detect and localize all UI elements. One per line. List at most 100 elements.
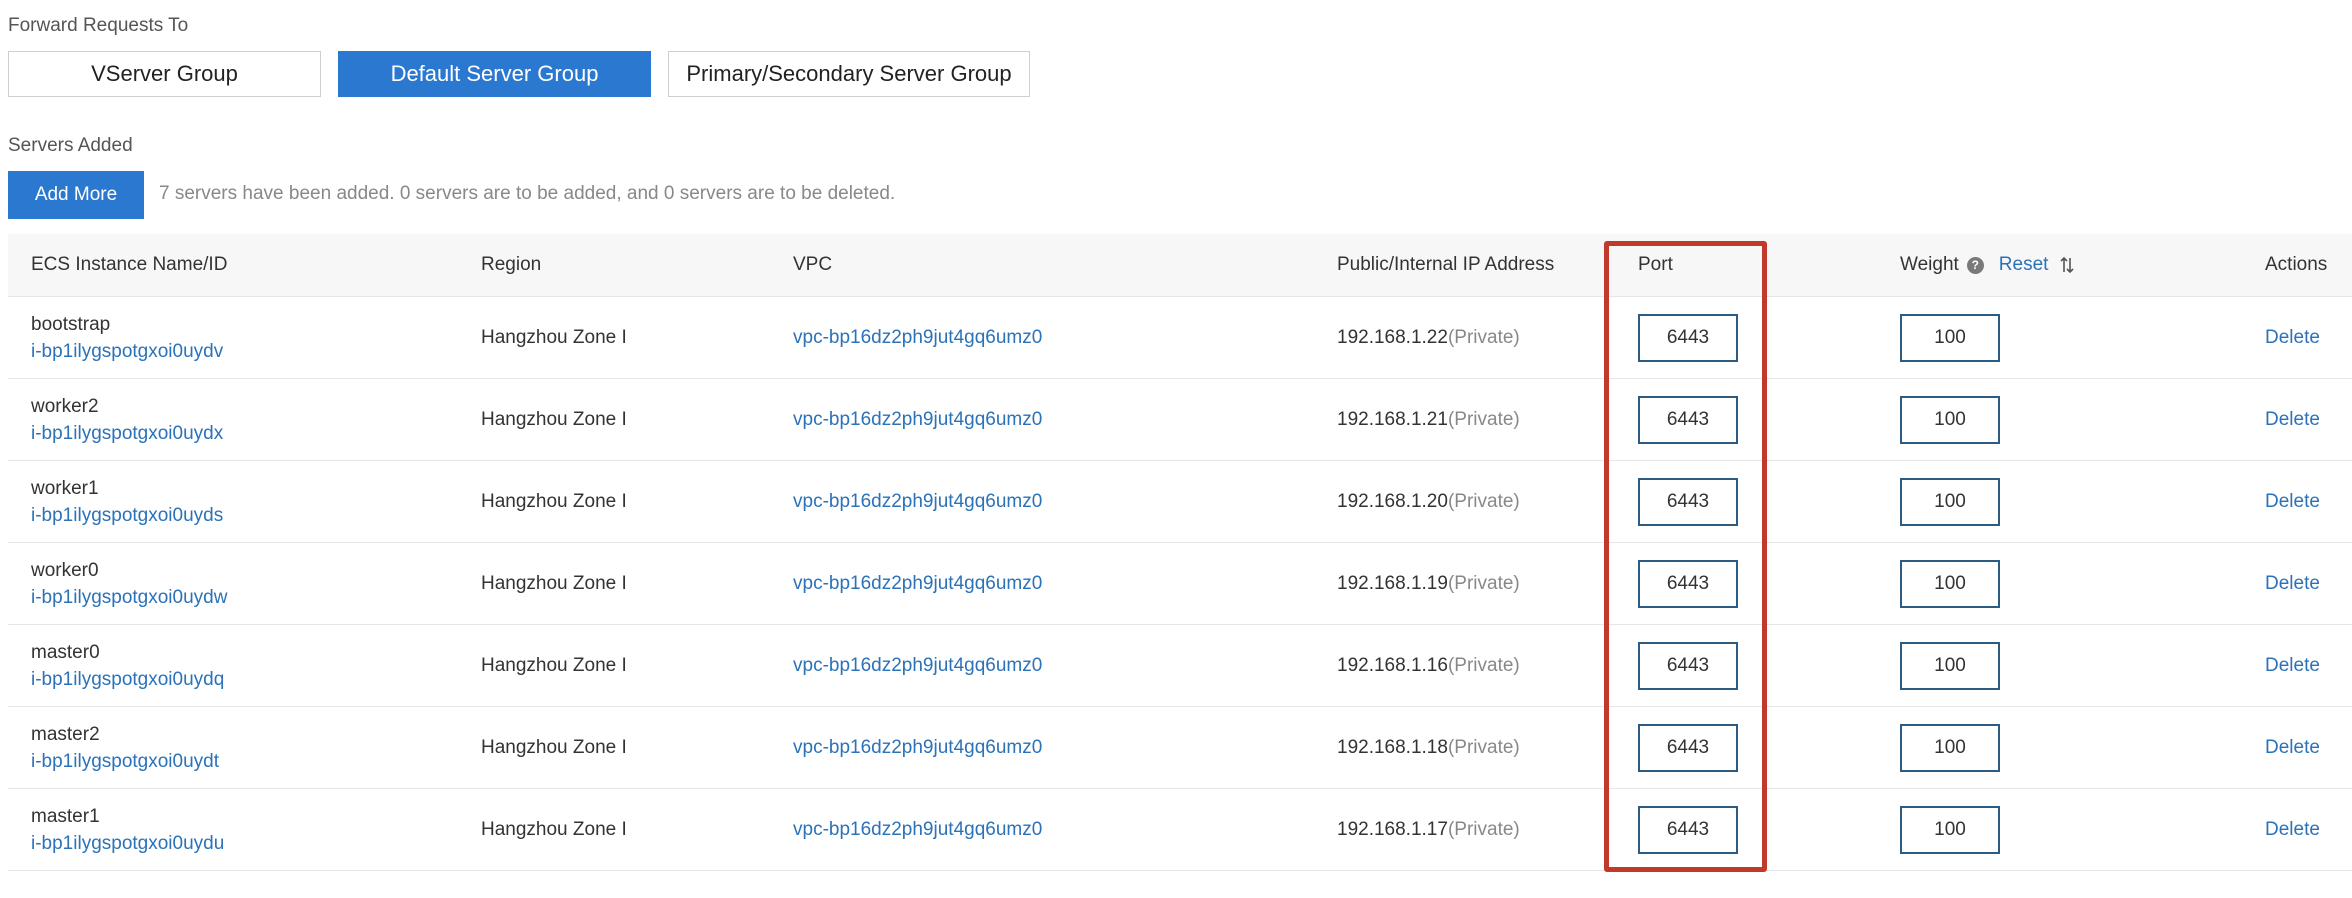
header-vpc: VPC: [793, 254, 833, 275]
instance-name: master2: [31, 723, 100, 745]
delete-button[interactable]: Delete: [2265, 707, 2320, 788]
region-cell: Hangzhou Zone I: [481, 572, 627, 594]
instance-id-link[interactable]: i-bp1ilygspotgxoi0uydu: [31, 830, 224, 857]
table-row: master0 i-bp1ilygspotgxoi0uydq Hangzhou …: [8, 625, 2352, 707]
delete-button[interactable]: Delete: [2265, 461, 2320, 542]
ip-address: 192.168.1.20: [1337, 490, 1448, 512]
ip-address-cell: 192.168.1.17 (Private): [1337, 789, 1520, 870]
servers-summary-text: 7 servers have been added. 0 servers are…: [159, 183, 896, 204]
server-group-config: Forward Requests To VServer Group Defaul…: [0, 0, 2352, 898]
region-cell: Hangzhou Zone I: [481, 490, 627, 512]
vpc-link[interactable]: vpc-bp16dz2ph9jut4gq6umz0: [793, 707, 1042, 788]
instance-cell: bootstrap i-bp1ilygspotgxoi0uydv: [31, 297, 223, 378]
ip-address-cell: 192.168.1.20 (Private): [1337, 461, 1520, 542]
add-more-button[interactable]: Add More: [8, 171, 144, 219]
instance-id-link[interactable]: i-bp1ilygspotgxoi0uydx: [31, 420, 223, 447]
region-cell: Hangzhou Zone I: [481, 818, 627, 840]
port-cell: [1638, 297, 1738, 378]
port-input[interactable]: [1638, 641, 1738, 690]
vpc-link[interactable]: vpc-bp16dz2ph9jut4gq6umz0: [793, 461, 1042, 542]
weight-input[interactable]: [1900, 477, 2000, 526]
instance-name: bootstrap: [31, 313, 111, 335]
weight-cell: [1900, 625, 2000, 706]
instance-cell: master0 i-bp1ilygspotgxoi0uydq: [31, 625, 224, 706]
port-cell: [1638, 543, 1738, 624]
region-cell: Hangzhou Zone I: [481, 326, 627, 348]
ip-address-cell: 192.168.1.18 (Private): [1337, 707, 1520, 788]
port-input[interactable]: [1638, 723, 1738, 772]
instance-id-link[interactable]: i-bp1ilygspotgxoi0uyds: [31, 502, 223, 529]
header-instance-name: ECS Instance Name/ID: [31, 254, 228, 275]
header-actions: Actions: [2265, 254, 2328, 275]
instance-name: worker0: [31, 559, 99, 581]
ip-type-tag: (Private): [1447, 654, 1520, 676]
ip-address: 192.168.1.16: [1337, 654, 1448, 676]
table-row: worker0 i-bp1ilygspotgxoi0uydw Hangzhou …: [8, 543, 2352, 625]
port-cell: [1638, 379, 1738, 460]
question-circle-icon[interactable]: ?: [1966, 256, 1984, 274]
weight-input[interactable]: [1900, 559, 2000, 608]
header-weight-group: Weight ? Reset: [1900, 234, 2075, 296]
ip-type-tag: (Private): [1447, 408, 1520, 430]
weight-input[interactable]: [1900, 395, 2000, 444]
region-cell: Hangzhou Zone I: [481, 654, 627, 676]
weight-input[interactable]: [1900, 313, 2000, 362]
instance-id-link[interactable]: i-bp1ilygspotgxoi0uydq: [31, 666, 224, 693]
weight-input[interactable]: [1900, 723, 2000, 772]
delete-button[interactable]: Delete: [2265, 625, 2320, 706]
ip-address-cell: 192.168.1.19 (Private): [1337, 543, 1520, 624]
weight-input[interactable]: [1900, 805, 2000, 854]
weight-cell: [1900, 379, 2000, 460]
instance-cell: worker2 i-bp1ilygspotgxoi0uydx: [31, 379, 223, 460]
vpc-link[interactable]: vpc-bp16dz2ph9jut4gq6umz0: [793, 379, 1042, 460]
instance-id-link[interactable]: i-bp1ilygspotgxoi0uydt: [31, 748, 219, 775]
table-row: master1 i-bp1ilygspotgxoi0uydu Hangzhou …: [8, 789, 2352, 871]
vpc-link[interactable]: vpc-bp16dz2ph9jut4gq6umz0: [793, 789, 1042, 870]
ip-type-tag: (Private): [1447, 326, 1520, 348]
instance-name: master0: [31, 641, 100, 663]
vserver-group-button[interactable]: VServer Group: [8, 51, 321, 97]
port-input[interactable]: [1638, 805, 1738, 854]
region-cell: Hangzhou Zone I: [481, 408, 627, 430]
default-server-group-button[interactable]: Default Server Group: [338, 51, 651, 97]
weight-cell: [1900, 461, 2000, 542]
instance-cell: worker0 i-bp1ilygspotgxoi0uydw: [31, 543, 227, 624]
table-row: bootstrap i-bp1ilygspotgxoi0uydv Hangzho…: [8, 297, 2352, 379]
delete-button[interactable]: Delete: [2265, 543, 2320, 624]
reset-weight-link[interactable]: Reset: [1999, 254, 2049, 276]
ip-address: 192.168.1.18: [1337, 736, 1448, 758]
primary-secondary-group-button[interactable]: Primary/Secondary Server Group: [668, 51, 1030, 97]
weight-cell: [1900, 789, 2000, 870]
weight-cell: [1900, 297, 2000, 378]
port-input[interactable]: [1638, 313, 1738, 362]
instance-name: worker2: [31, 395, 99, 417]
sort-arrows-icon[interactable]: [2060, 256, 2075, 274]
vpc-link[interactable]: vpc-bp16dz2ph9jut4gq6umz0: [793, 543, 1042, 624]
delete-button[interactable]: Delete: [2265, 379, 2320, 460]
instance-id-link[interactable]: i-bp1ilygspotgxoi0uydw: [31, 584, 227, 611]
servers-added-label: Servers Added: [8, 135, 133, 156]
instance-id-link[interactable]: i-bp1ilygspotgxoi0uydv: [31, 338, 223, 365]
ip-type-tag: (Private): [1447, 818, 1520, 840]
vpc-link[interactable]: vpc-bp16dz2ph9jut4gq6umz0: [793, 297, 1042, 378]
ip-address-cell: 192.168.1.22 (Private): [1337, 297, 1520, 378]
port-input[interactable]: [1638, 559, 1738, 608]
port-input[interactable]: [1638, 395, 1738, 444]
delete-button[interactable]: Delete: [2265, 789, 2320, 870]
delete-button[interactable]: Delete: [2265, 297, 2320, 378]
instance-name: worker1: [31, 477, 99, 499]
ip-address-cell: 192.168.1.21 (Private): [1337, 379, 1520, 460]
port-cell: [1638, 461, 1738, 542]
port-cell: [1638, 625, 1738, 706]
table-body: bootstrap i-bp1ilygspotgxoi0uydv Hangzho…: [8, 297, 2352, 871]
header-port: Port: [1638, 254, 1673, 275]
header-region: Region: [481, 254, 542, 275]
weight-input[interactable]: [1900, 641, 2000, 690]
vpc-link[interactable]: vpc-bp16dz2ph9jut4gq6umz0: [793, 625, 1042, 706]
ip-address: 192.168.1.22: [1337, 326, 1448, 348]
instance-cell: master2 i-bp1ilygspotgxoi0uydt: [31, 707, 219, 788]
header-weight: Weight: [1900, 254, 1959, 275]
instance-name: master1: [31, 805, 100, 827]
port-input[interactable]: [1638, 477, 1738, 526]
table-row: worker2 i-bp1ilygspotgxoi0uydx Hangzhou …: [8, 379, 2352, 461]
